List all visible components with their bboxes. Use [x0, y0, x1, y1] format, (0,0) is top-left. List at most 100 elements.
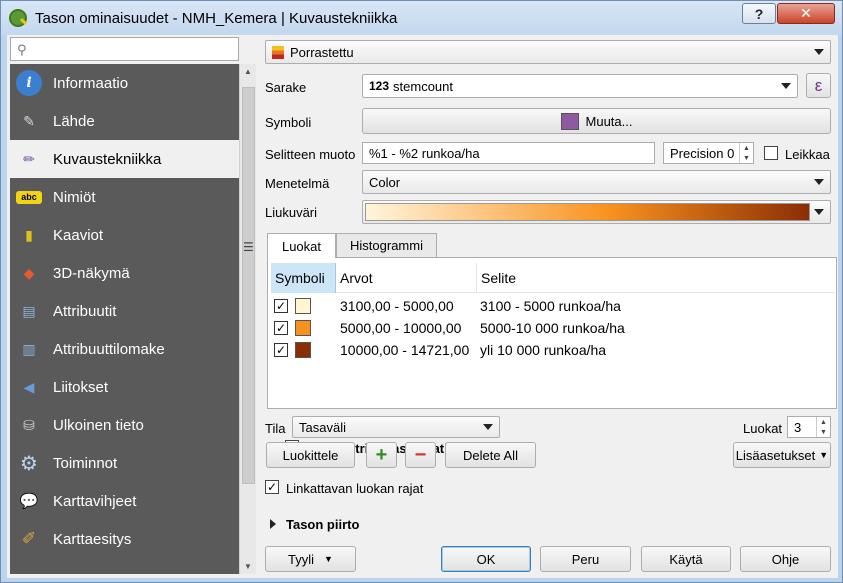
class-color-swatch[interactable]	[295, 298, 311, 314]
class-legend[interactable]: 5000-10 000 runkoa/ha	[480, 320, 625, 336]
cancel-button[interactable]: Peru	[540, 546, 631, 572]
symbology-panel: Porrastettu Sarake 123 stemcount ε Symbo…	[259, 35, 838, 578]
class-color-swatch[interactable]	[295, 342, 311, 358]
gear-icon: ⚙	[20, 452, 38, 475]
sidebar-item-3[interactable]: ✏ Kuvaustekniikka	[10, 140, 239, 178]
scrollbar-thumb[interactable]	[242, 87, 255, 484]
tab-histogram[interactable]: Histogrammi	[336, 233, 437, 257]
sidebar-item-2[interactable]: ✎ Lähde	[10, 102, 239, 140]
apply-button[interactable]: Käytä	[641, 546, 731, 572]
expression-button[interactable]: ε	[806, 73, 831, 98]
color-ramp-select[interactable]	[362, 200, 831, 224]
sidebar-item-label: Lähde	[53, 112, 95, 130]
class-visible-checkbox[interactable]: ✓	[274, 343, 288, 357]
link-bounds-checkbox[interactable]: ✓	[265, 480, 279, 494]
legend-format-label: Selitteen muoto	[265, 147, 356, 162]
style-button[interactable]: Tyyli ▼	[265, 546, 356, 572]
remove-class-button[interactable]: −	[405, 442, 436, 468]
mode-label: Tila	[265, 421, 286, 436]
spin-down-icon[interactable]: ▼	[740, 153, 753, 163]
class-color-swatch[interactable]	[295, 320, 311, 336]
table-row[interactable]: ✓ 10000,00 - 14721,00 yli 10 000 runkoa/ha	[271, 340, 835, 362]
class-values[interactable]: 5000,00 - 10000,00	[340, 320, 461, 336]
title-bar[interactable]: Tason ominaisuudet - NMH_Kemera | Kuvaus…	[1, 1, 842, 35]
column-header-values[interactable]: Arvot	[336, 263, 477, 293]
column-header-legend[interactable]: Selite	[477, 263, 835, 293]
close-button[interactable]: ✕	[777, 3, 835, 24]
change-symbol-button[interactable]: Muuta...	[362, 108, 831, 134]
sidebar-scrollbar[interactable]: ▲ ▼	[239, 64, 256, 574]
class-values[interactable]: 10000,00 - 14721,00	[340, 342, 469, 358]
expand-arrow-icon[interactable]	[270, 519, 276, 529]
diagram-icon: ▮	[25, 226, 33, 243]
help-button[interactable]: Ohje	[740, 546, 831, 572]
advanced-button[interactable]: Lisäasetukset ▼	[733, 442, 831, 468]
tab-classes[interactable]: Luokat	[267, 233, 336, 258]
method-select[interactable]: Color	[362, 170, 831, 194]
class-visible-checkbox[interactable]: ✓	[274, 299, 288, 313]
caret-down-icon: ▼	[819, 450, 829, 460]
column-header-symbol[interactable]: Symboli	[271, 263, 336, 293]
spin-arrows[interactable]: ▲ ▼	[739, 143, 753, 163]
class-legend[interactable]: 3100 - 5000 runkoa/ha	[480, 298, 621, 314]
precision-spinbox[interactable]: Precision 0 ▲ ▼	[663, 142, 754, 164]
chevron-down-icon	[781, 83, 791, 89]
spin-down-icon[interactable]: ▼	[817, 427, 830, 437]
scroll-up-icon[interactable]: ▲	[244, 67, 252, 76]
database-icon: ⛁	[23, 416, 35, 433]
classes-count-label: Luokat	[743, 421, 783, 436]
help-title-button[interactable]: ?	[742, 3, 776, 24]
sidebar-item-6[interactable]: ◆ 3D-näkymä	[10, 254, 239, 292]
layer-rendering-label[interactable]: Tason piirto	[286, 517, 359, 532]
trim-checkbox[interactable]	[764, 146, 778, 160]
column-select[interactable]: 123 stemcount	[362, 74, 798, 98]
speech-bubble-icon: 💬	[19, 493, 39, 510]
sidebar-item-label: Kaaviot	[53, 226, 104, 244]
sidebar-item-11[interactable]: ⚙ Toiminnot	[10, 444, 239, 482]
sidebar-item-9[interactable]: ◀ Liitokset	[10, 368, 239, 406]
sidebar-item-4[interactable]: abc Nimiöt	[10, 178, 239, 216]
legend-format-input[interactable]: %1 - %2 runkoa/ha	[362, 142, 655, 164]
sidebar-item-7[interactable]: ▤ Attribuutit	[10, 292, 239, 330]
spin-arrows[interactable]: ▲ ▼	[816, 417, 830, 437]
change-symbol-label: Muuta...	[585, 113, 633, 129]
mode-select[interactable]: Tasaväli	[292, 416, 500, 438]
table-header: Symboli Arvot Selite	[271, 263, 835, 293]
sidebar-search-input[interactable]: ⚲	[10, 37, 239, 61]
sidebar-item-8[interactable]: ▥ Attribuuttilomake	[10, 330, 239, 368]
sidebar: i Informaatio ✎ Lähde ✏ Kuvaustekniikka abc Nim…	[10, 64, 239, 574]
sidebar-item-10[interactable]: ⛁ Ulkoinen tieto	[10, 406, 239, 444]
spin-up-icon[interactable]: ▲	[817, 417, 830, 427]
spin-up-icon[interactable]: ▲	[740, 143, 753, 153]
precision-label: Precision	[670, 145, 724, 161]
renderer-type-select[interactable]: Porrastettu	[265, 40, 831, 64]
numeric-field-icon: 123	[369, 79, 390, 93]
sidebar-item-13[interactable]: ✐ Karttaesitys	[10, 520, 239, 558]
classes-count-spinbox[interactable]: 3 ▲ ▼	[787, 416, 831, 438]
chevron-down-icon	[814, 49, 824, 55]
color-ramp-preview	[365, 203, 810, 221]
scroll-down-icon[interactable]: ▼	[244, 562, 252, 571]
sidebar-item-12[interactable]: 💬 Karttavihjeet	[10, 482, 239, 520]
table-row[interactable]: ✓ 5000,00 - 10000,00 5000-10 000 runkoa/ha	[271, 318, 835, 340]
caret-down-icon: ▼	[324, 554, 333, 564]
sidebar-item-label: Karttaesitys	[53, 530, 132, 548]
add-class-button[interactable]: +	[366, 442, 397, 468]
delete-all-button[interactable]: Delete All	[445, 442, 536, 468]
classes-table[interactable]: Symboli Arvot Selite ✓ 3100,00 - 5000,00 3…	[271, 263, 835, 373]
class-values[interactable]: 3100,00 - 5000,00	[340, 298, 454, 314]
renderer-type-value: Porrastettu	[290, 44, 354, 60]
color-ramp-label: Liukuväri	[265, 205, 318, 220]
class-visible-checkbox[interactable]: ✓	[274, 321, 288, 335]
class-legend[interactable]: yli 10 000 runkoa/ha	[480, 342, 606, 358]
plus-icon: +	[375, 443, 388, 466]
table-row[interactable]: ✓ 3100,00 - 5000,00 3100 - 5000 runkoa/ha	[271, 296, 835, 318]
sidebar-item-1[interactable]: i Informaatio	[10, 64, 239, 102]
graduated-renderer-icon	[272, 45, 284, 59]
splitter-handle[interactable]: ☰	[243, 240, 254, 254]
sidebar-item-5[interactable]: ▮ Kaaviot	[10, 216, 239, 254]
sidebar-item-label: Toiminnot	[53, 454, 118, 472]
ok-button[interactable]: OK	[441, 546, 531, 572]
chevron-down-icon	[814, 179, 824, 185]
classify-button[interactable]: Luokittele	[266, 442, 355, 468]
